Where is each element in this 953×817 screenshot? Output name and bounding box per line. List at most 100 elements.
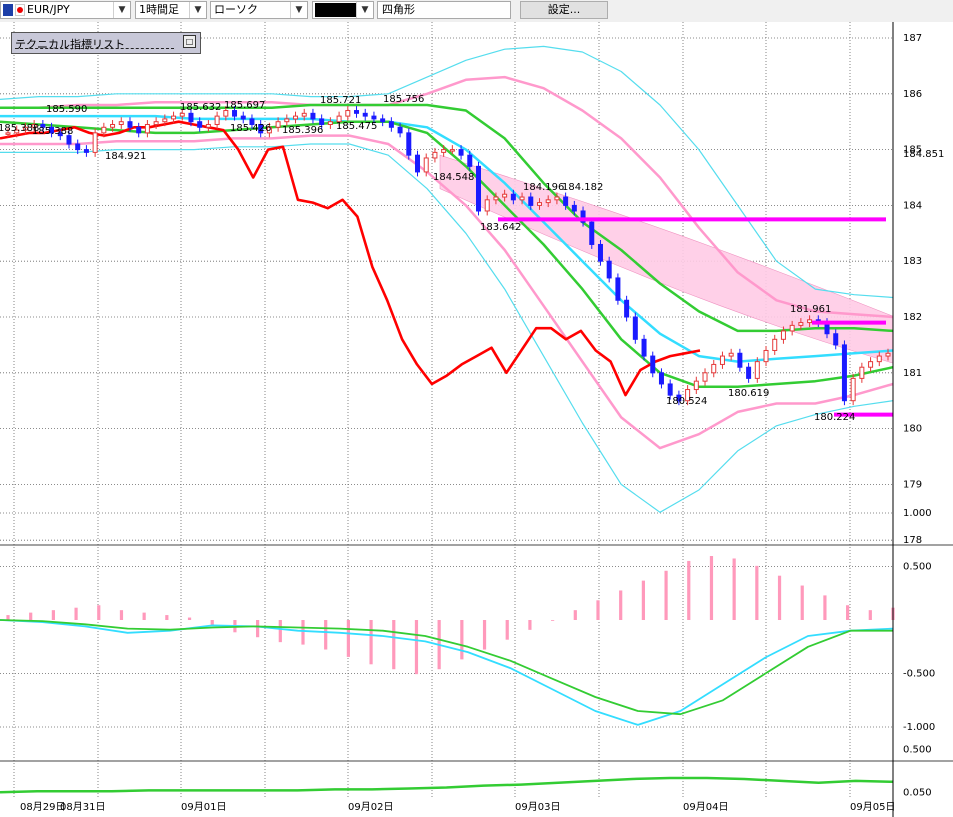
macd-histogram-bar xyxy=(619,590,623,620)
candle-body xyxy=(171,115,177,120)
candle-body xyxy=(650,355,656,374)
candle-body xyxy=(458,149,464,156)
volatility-line xyxy=(0,776,894,794)
candle-body xyxy=(519,196,525,201)
macd-histogram-bar xyxy=(51,610,55,620)
candle-body xyxy=(240,115,246,120)
candle-body xyxy=(92,132,98,153)
macd-histogram-bar xyxy=(324,620,328,650)
macd-histogram-bar xyxy=(664,570,668,620)
price-annotation: 184.548 xyxy=(433,172,474,183)
candle-body xyxy=(301,112,307,117)
candle-body xyxy=(841,344,847,402)
candle-body xyxy=(423,157,429,173)
volatility-panel xyxy=(0,776,894,794)
date-tick-label: 09月02日 xyxy=(348,801,393,813)
symbol-select[interactable]: EUR/JPY ▼ xyxy=(0,1,131,19)
macd-histogram-bar xyxy=(119,610,124,620)
price-annotation: 184.921 xyxy=(105,151,146,162)
bb-lower-2 xyxy=(0,143,894,513)
candle-body xyxy=(807,319,813,324)
price-annotation: 185.756 xyxy=(383,94,424,105)
price-tick-label: 182 xyxy=(903,312,922,323)
price-tick-label: 178 xyxy=(903,535,922,546)
eu-flag-icon xyxy=(3,4,13,16)
macd-histogram-bar xyxy=(641,580,645,620)
date-tick-label: 09月03日 xyxy=(515,801,560,813)
price-tick-label: 181 xyxy=(903,368,922,379)
candle-body xyxy=(110,123,116,128)
price-annotation: 183.642 xyxy=(480,222,521,233)
date-tick-label: 08月31日 xyxy=(60,801,105,813)
candle-body xyxy=(746,366,752,379)
rsi-line xyxy=(0,120,701,397)
price-annotation: 180.524 xyxy=(666,396,707,407)
macd-histogram-bar xyxy=(369,620,373,665)
candle-body xyxy=(589,221,595,245)
candle-body xyxy=(876,355,882,363)
candle-body xyxy=(449,149,455,152)
chevron-down-icon[interactable]: ▼ xyxy=(356,2,373,18)
maximize-icon[interactable]: □ xyxy=(183,35,196,48)
chart-grid xyxy=(0,22,953,797)
price-annotation: 185.590 xyxy=(46,104,87,115)
macd-histogram-bar xyxy=(29,612,33,620)
macd-signal-line xyxy=(0,619,893,716)
price-annotation: 184.196 xyxy=(523,182,564,193)
macd-histogram-bar xyxy=(278,620,282,643)
candle-body xyxy=(467,154,473,167)
macd-tick-label: -0.500 xyxy=(903,669,935,680)
chart-type-select[interactable]: ローソク ▼ xyxy=(210,1,308,19)
price-annotation: 185.632 xyxy=(180,102,221,113)
date-tick-label: 09月01日 xyxy=(181,801,226,813)
candle-body xyxy=(345,110,351,117)
candle-body xyxy=(432,151,438,159)
candle-body xyxy=(284,118,290,123)
macd-histogram-bar xyxy=(846,605,850,620)
timeframe-select[interactable]: 1時間足 ▼ xyxy=(135,1,207,19)
candle-body xyxy=(702,372,708,382)
macd-histogram-bar xyxy=(596,600,600,620)
candle-body xyxy=(859,366,865,379)
macd-histogram-bar xyxy=(142,612,146,620)
price-tick-label: 186 xyxy=(903,89,922,100)
candle-body xyxy=(693,380,699,391)
chevron-down-icon[interactable]: ▼ xyxy=(290,2,307,18)
macd-histogram-bar xyxy=(346,620,350,657)
candle-body xyxy=(188,112,194,123)
current-price-label: 184.851 xyxy=(903,149,944,160)
candle-body xyxy=(293,115,299,120)
candle-body xyxy=(214,115,220,125)
indicator-list-panel[interactable]: テクニカル指標リスト □ xyxy=(11,32,201,54)
candle-body xyxy=(885,352,891,357)
symbol-value: EUR/JPY xyxy=(27,3,70,16)
candle-body xyxy=(101,126,107,134)
date-tick-label: 09月04日 xyxy=(683,801,728,813)
jp-flag-icon xyxy=(15,4,25,16)
tool-swatch-icon xyxy=(315,3,357,17)
macd-histogram-bar xyxy=(74,607,78,620)
shape-field[interactable]: 四角形 xyxy=(377,1,511,19)
candle-body xyxy=(632,316,638,340)
price-annotation: 185.396 xyxy=(282,125,323,136)
candle-body xyxy=(397,126,403,134)
drawing-tool-select[interactable]: ▼ xyxy=(312,1,374,19)
candle-body xyxy=(658,372,664,385)
price-tick-label: 179 xyxy=(903,479,922,490)
panel-divider xyxy=(15,48,174,49)
candle-body xyxy=(415,154,421,173)
candle-body xyxy=(754,361,760,379)
settings-button[interactable]: 設定... xyxy=(520,1,608,19)
candle-body xyxy=(624,299,630,318)
chevron-down-icon[interactable]: ▼ xyxy=(189,2,206,18)
candle-body xyxy=(275,121,281,128)
chart-area[interactable]: 185.388185.388185.590184.921185.632 185.6… xyxy=(0,22,953,817)
macd-histogram-bar xyxy=(823,595,827,620)
chevron-down-icon[interactable]: ▼ xyxy=(113,2,130,18)
vol-tick-label: 0.050 xyxy=(903,787,932,798)
candle-body xyxy=(144,123,150,134)
candle-body xyxy=(772,338,778,351)
macd-histogram-bar xyxy=(482,620,487,650)
candle-body xyxy=(728,352,734,357)
price-annotation: 181.961 xyxy=(790,304,831,315)
